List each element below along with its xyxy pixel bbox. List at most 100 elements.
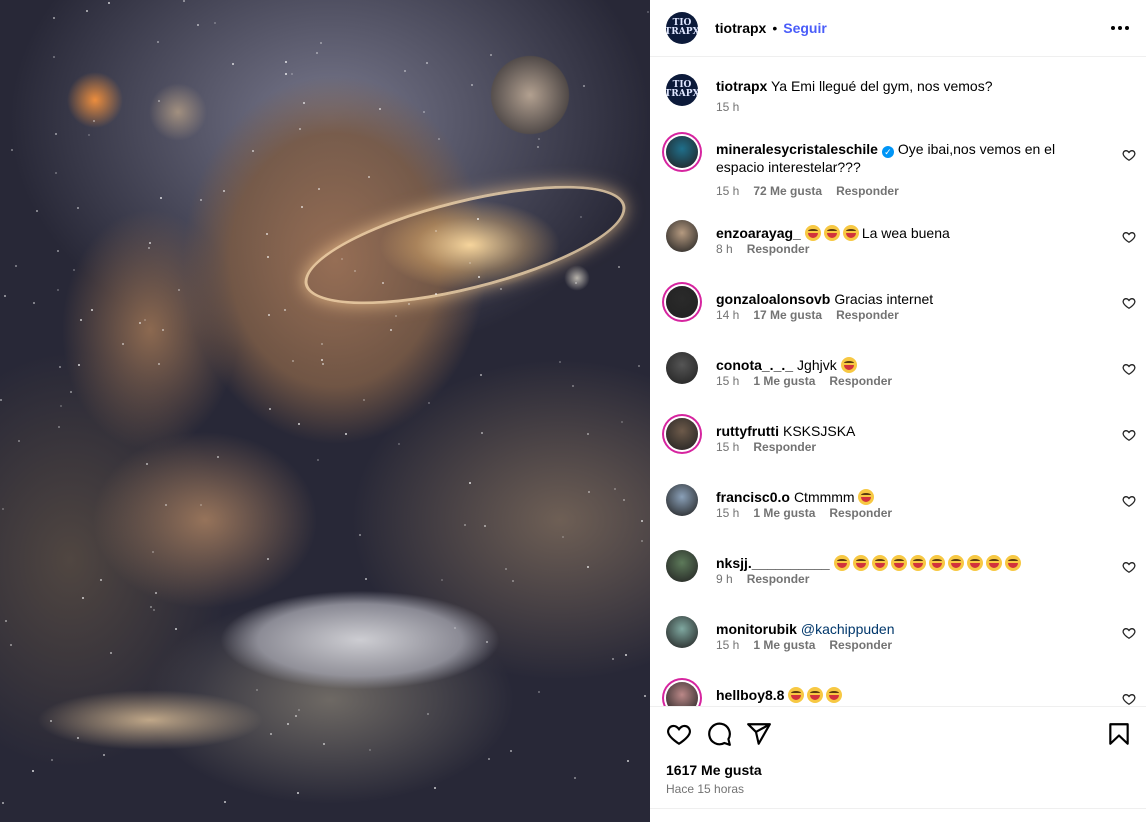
commenter-username[interactable]: mineralesycristaleschile <box>716 141 878 157</box>
star <box>423 111 425 113</box>
laughing-emoji-icon <box>842 225 859 241</box>
commenter-username[interactable]: conota_._._ <box>716 357 793 373</box>
post-actions: 1617 Me gusta Hace 15 horas <box>650 706 1146 822</box>
star <box>70 391 72 393</box>
follow-button[interactable]: Seguir <box>783 20 827 36</box>
star <box>505 568 507 570</box>
bookmark-icon[interactable] <box>1106 721 1132 747</box>
star <box>153 609 155 611</box>
heart-icon[interactable] <box>666 721 692 747</box>
commenter-avatar[interactable] <box>666 418 698 450</box>
star <box>587 566 589 568</box>
commenter-username[interactable]: enzoarayag_ <box>716 225 801 241</box>
star <box>379 108 381 110</box>
more-options-icon[interactable] <box>1108 18 1132 38</box>
comment-like-heart-icon[interactable] <box>1122 560 1136 574</box>
comment-likes[interactable]: 1 Me gusta <box>753 638 815 652</box>
author-avatar[interactable]: TIO TRAPX <box>666 12 698 44</box>
star <box>200 504 202 506</box>
comment-time: 8 h <box>716 242 733 256</box>
star <box>57 250 59 252</box>
comment-like-heart-icon[interactable] <box>1122 692 1136 706</box>
star <box>157 41 159 43</box>
commenter-username[interactable]: monitorubik <box>716 621 797 637</box>
commenter-avatar[interactable] <box>666 550 698 582</box>
star <box>477 218 479 220</box>
comment-like-heart-icon[interactable] <box>1122 428 1136 442</box>
caption-username[interactable]: tiotrapx <box>716 78 767 94</box>
likes-count[interactable]: 1617 Me gusta <box>666 762 762 778</box>
commenter-username[interactable]: nksjj.__________ <box>716 555 830 571</box>
commenter-avatar[interactable] <box>666 136 698 168</box>
caption-time: 15 h <box>716 100 740 114</box>
star <box>368 176 370 178</box>
star <box>57 289 59 291</box>
mention-link[interactable]: @kachippuden <box>801 621 895 637</box>
comment-icon[interactable] <box>706 721 732 747</box>
laughing-emoji-icon <box>871 555 888 571</box>
star <box>149 242 151 244</box>
star <box>538 138 540 140</box>
reply-button[interactable]: Responder <box>829 506 892 520</box>
laughing-emoji-icon <box>909 555 926 571</box>
star <box>268 314 270 316</box>
star <box>365 578 367 580</box>
caption-body: Ya Emi llegué del gym, nos vemos? <box>770 78 993 94</box>
laughing-emoji-icon <box>858 489 875 505</box>
caption-avatar[interactable]: TIO TRAPX <box>666 74 698 106</box>
commenter-avatar[interactable] <box>666 484 698 516</box>
commenter-username[interactable]: francisc0.o <box>716 489 790 505</box>
comment-likes[interactable]: 72 Me gusta <box>753 184 822 198</box>
comment-like-heart-icon[interactable] <box>1122 296 1136 310</box>
laughing-emoji-icon <box>807 687 824 703</box>
reply-button[interactable]: Responder <box>829 638 892 652</box>
commenter-avatar[interactable] <box>666 220 698 252</box>
post-image[interactable] <box>0 0 650 822</box>
comment-likes[interactable]: 17 Me gusta <box>753 308 822 322</box>
star <box>223 190 225 192</box>
comment-like-heart-icon[interactable] <box>1122 626 1136 640</box>
reply-button[interactable]: Responder <box>836 184 899 198</box>
author-username[interactable]: tiotrapx <box>715 20 766 36</box>
star <box>11 149 13 151</box>
laughing-emoji-icon <box>804 225 821 241</box>
commenter-avatar[interactable] <box>666 286 698 318</box>
commenter-avatar[interactable] <box>666 616 698 648</box>
reply-button[interactable]: Responder <box>753 440 816 454</box>
comment-likes[interactable]: 1 Me gusta <box>753 506 815 520</box>
commenter-username[interactable]: gonzaloalonsovb <box>716 291 830 307</box>
comments-list[interactable]: TIO TRAPX tiotrapx Ya Emi llegué del gym,… <box>650 58 1146 706</box>
commenter-avatar[interactable] <box>666 682 698 706</box>
commenter-username[interactable]: hellboy8.8 <box>716 687 784 703</box>
star <box>284 309 286 311</box>
star <box>537 146 539 148</box>
commenter-avatar[interactable] <box>666 352 698 384</box>
star <box>510 750 512 752</box>
star <box>369 749 371 751</box>
reply-button[interactable]: Responder <box>747 572 810 586</box>
comment-like-heart-icon[interactable] <box>1122 148 1136 162</box>
star <box>323 743 325 745</box>
reply-button[interactable]: Responder <box>836 308 899 322</box>
comment-likes[interactable]: 1 Me gusta <box>753 374 815 388</box>
star <box>382 282 384 284</box>
comment-like-heart-icon[interactable] <box>1122 230 1136 244</box>
star <box>152 551 154 553</box>
comment-meta: 14 h 17 Me gusta Responder <box>716 308 913 322</box>
verified-badge-icon: ✓ <box>881 146 894 158</box>
comment-like-heart-icon[interactable] <box>1122 494 1136 508</box>
star <box>320 42 322 44</box>
comment-like-heart-icon[interactable] <box>1122 362 1136 376</box>
star <box>256 689 258 691</box>
commenter-username[interactable]: ruttyfrutti <box>716 423 779 439</box>
star <box>647 11 649 13</box>
laughing-emoji-icon <box>852 555 869 571</box>
star <box>408 303 410 305</box>
reply-button[interactable]: Responder <box>829 374 892 388</box>
reply-button[interactable]: Responder <box>747 242 810 256</box>
star <box>88 134 90 136</box>
comment-text: francisc0.o Ctmmmm <box>716 488 1096 506</box>
share-icon[interactable] <box>746 721 772 747</box>
star <box>58 426 60 428</box>
star <box>428 402 430 404</box>
